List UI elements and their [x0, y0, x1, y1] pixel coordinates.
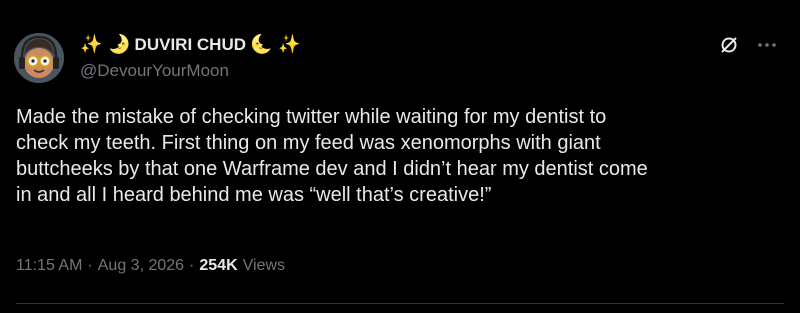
tweet-text-line: in and all I heard behind me was “well t…: [16, 184, 492, 206]
author-avatar[interactable]: [14, 33, 64, 83]
ellipsis-icon: [758, 43, 776, 47]
tweet-date[interactable]: Aug 3, 2026: [98, 257, 184, 275]
tweet-text-line: buttcheeks by that one Warframe dev and …: [16, 158, 648, 180]
tweet-header: ✨ 🌛 DUVIRI CHUD 🌜 ✨ @DevourYourMoon: [80, 34, 301, 84]
name-suffix-emoji: 🌜 ✨: [250, 34, 301, 55]
author-display-name[interactable]: DUVIRI CHUD: [135, 35, 246, 55]
views-count[interactable]: 254K: [199, 257, 237, 275]
divider: [16, 303, 784, 304]
tweet-text-line: check my teeth. First thing on my feed w…: [16, 132, 601, 154]
name-prefix-emoji: ✨ 🌛: [80, 34, 131, 55]
tweet-time[interactable]: 11:15 AM: [16, 257, 82, 275]
tweet-text-line: Made the mistake of checking twitter whi…: [16, 106, 607, 128]
more-options-icon[interactable]: [756, 34, 778, 56]
tweet-text: Made the mistake of checking twitter whi…: [16, 104, 776, 208]
grok-icon-graphic: [721, 37, 737, 53]
tweet-card: ✨ 🌛 DUVIRI CHUD 🌜 ✨ @DevourYourMoon Made…: [0, 0, 800, 313]
slashed-circle-icon[interactable]: [718, 34, 740, 56]
author-name-row[interactable]: ✨ 🌛 DUVIRI CHUD 🌜 ✨: [80, 34, 301, 56]
tweet-top-actions: [718, 34, 778, 56]
avatar-illustration: [14, 33, 64, 83]
meta-separator: ·: [87, 257, 93, 274]
author-handle[interactable]: @DevourYourMoon: [80, 61, 301, 81]
tweet-meta: 11:15 AM · Aug 3, 2026 · 254K Views: [16, 257, 285, 275]
meta-separator: ·: [189, 257, 195, 274]
views-label: Views: [242, 257, 286, 274]
